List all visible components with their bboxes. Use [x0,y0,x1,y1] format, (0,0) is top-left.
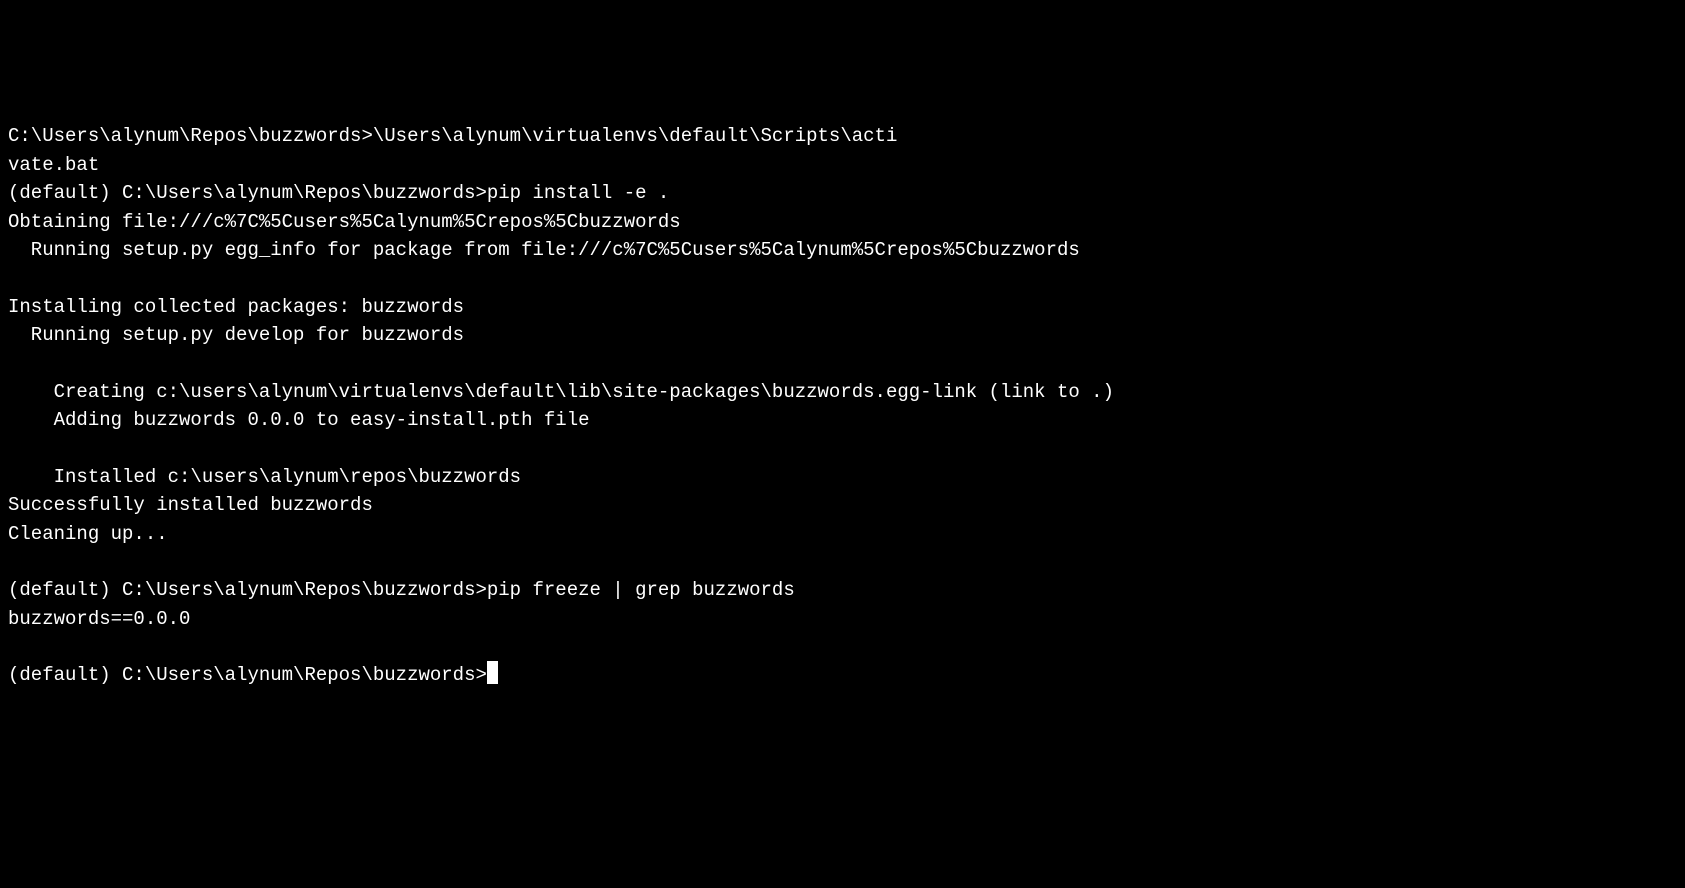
terminal-output-line: buzzwords==0.0.0 [8,605,1677,634]
terminal-prompt: (default) C:\Users\alynum\Repos\buzzword… [8,664,487,686]
terminal-output-line: vate.bat [8,151,1677,180]
terminal-blank-line [8,350,1677,378]
terminal-output-line: Running setup.py egg_info for package fr… [8,236,1677,265]
terminal-cursor [487,661,498,684]
terminal-window[interactable]: C:\Users\alynum\Repos\buzzwords>\Users\a… [8,122,1677,690]
terminal-output-line: Running setup.py develop for buzzwords [8,321,1677,350]
terminal-output-line: (default) C:\Users\alynum\Repos\buzzword… [8,576,1677,605]
terminal-output-line: Installed c:\users\alynum\repos\buzzword… [8,463,1677,492]
terminal-output-line: Cleaning up... [8,520,1677,549]
terminal-output-line: Successfully installed buzzwords [8,491,1677,520]
terminal-blank-line [8,633,1677,661]
terminal-output-line: Installing collected packages: buzzwords [8,293,1677,322]
terminal-prompt-line[interactable]: (default) C:\Users\alynum\Repos\buzzword… [8,661,1677,690]
terminal-blank-line [8,265,1677,293]
terminal-blank-line [8,435,1677,463]
terminal-output-line: Adding buzzwords 0.0.0 to easy-install.p… [8,406,1677,435]
terminal-output-line: Creating c:\users\alynum\virtualenvs\def… [8,378,1677,407]
terminal-output-line: (default) C:\Users\alynum\Repos\buzzword… [8,179,1677,208]
terminal-output-line: Obtaining file:///c%7C%5Cusers%5Calynum%… [8,208,1677,237]
terminal-output-line: C:\Users\alynum\Repos\buzzwords>\Users\a… [8,122,1677,151]
terminal-blank-line [8,548,1677,576]
